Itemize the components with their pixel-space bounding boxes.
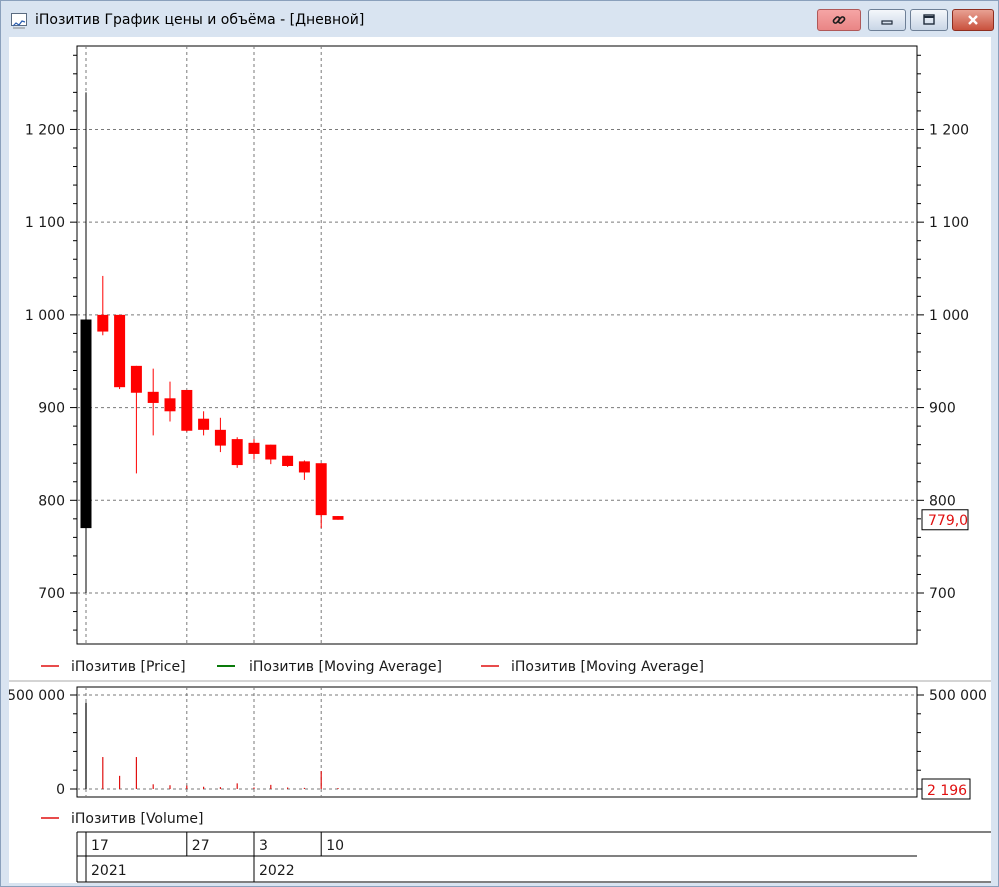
candle-body[interactable]: [282, 455, 294, 466]
candle-body[interactable]: [214, 429, 226, 446]
year-label: 2022: [259, 863, 295, 879]
candle-body[interactable]: [130, 365, 142, 393]
price-left-axis: 700 800 900 1 000 1 100 1 200: [25, 54, 77, 631]
chart-window: iПозитив График цены и объёма - [Дневной…: [0, 0, 999, 887]
volume-grid: [77, 687, 917, 797]
price-right-tick-label: 1 100: [929, 215, 969, 231]
price-right-tick-label: 900: [929, 401, 956, 417]
minimize-icon: [881, 20, 893, 25]
candle-body[interactable]: [114, 314, 126, 388]
chart-client-area: 700 800 900 1 000 1 100 1 200 700 800 900 1 000 1…: [9, 37, 991, 883]
day-label: 3: [259, 838, 268, 854]
maximize-icon: [923, 14, 935, 25]
volume-plot-frame: [76, 686, 918, 798]
year-label: 2021: [91, 863, 127, 879]
link-icon: [832, 16, 846, 24]
link-button[interactable]: [817, 9, 861, 31]
day-label: 10: [326, 838, 344, 854]
candle-body[interactable]: [181, 389, 193, 431]
window-title: iПозитив График цены и объёма - [Дневной…: [35, 12, 365, 28]
candle-body[interactable]: [97, 314, 109, 332]
price-last-value: 779,0: [928, 513, 968, 529]
title-bar[interactable]: iПозитив График цены и объёма - [Дневной…: [1, 1, 998, 37]
candle-body[interactable]: [332, 516, 344, 520]
volume-left-tick-label: 0: [56, 782, 65, 798]
candle-body[interactable]: [147, 391, 159, 403]
volume-right-tick-label: 500 000: [929, 688, 987, 704]
price-right-tick-label: 1 200: [929, 122, 969, 138]
close-icon: [968, 15, 978, 25]
price-right-tick-label: 700: [929, 586, 956, 602]
price-grid: [77, 46, 917, 644]
volume-last-value-badge: 2 196: [921, 778, 971, 800]
minimize-button[interactable]: [868, 9, 906, 31]
volume-bars: [85, 702, 339, 789]
price-right-axis: 700 800 900 1 000 1 100 1 200: [917, 54, 969, 631]
chart-window-icon: [11, 13, 27, 29]
volume-last-value: 2 196: [927, 783, 967, 799]
price-last-value-badge: 779,0: [921, 509, 969, 531]
candle-body[interactable]: [248, 442, 260, 454]
close-button[interactable]: [952, 9, 994, 31]
price-candles: [80, 92, 344, 594]
price-left-tick-label: 1 000: [25, 308, 65, 324]
volume-left-axis: 0 500 000: [9, 688, 77, 798]
legend-label-ma-red: iПозитив [Moving Average]: [511, 659, 704, 675]
candle-body[interactable]: [265, 444, 277, 460]
maximize-button[interactable]: [910, 9, 948, 31]
legend-label-volume: iПозитив [Volume]: [71, 811, 203, 827]
price-volume-chart[interactable]: 700 800 900 1 000 1 100 1 200 700 800 900 1 000 1…: [9, 37, 991, 883]
price-legend: iПозитив [Price] iПозитив [Moving Averag…: [41, 659, 704, 675]
price-left-tick-label: 900: [38, 401, 65, 417]
candle-body[interactable]: [164, 398, 176, 412]
price-left-tick-label: 800: [38, 493, 65, 509]
candle-body[interactable]: [298, 461, 310, 473]
legend-label-ma-green: iПозитив [Moving Average]: [249, 659, 442, 675]
price-left-tick-label: 1 100: [25, 215, 65, 231]
volume-legend: iПозитив [Volume]: [41, 811, 203, 827]
price-right-tick-label: 800: [929, 493, 956, 509]
candle-body[interactable]: [198, 418, 210, 430]
price-left-tick-label: 1 200: [25, 122, 65, 138]
legend-label-price: iПозитив [Price]: [71, 659, 186, 675]
candle-body[interactable]: [231, 439, 243, 466]
candle-body[interactable]: [315, 463, 327, 516]
price-plot-frame: [76, 45, 918, 645]
price-left-tick-label: 700: [38, 586, 65, 602]
price-right-tick-label: 1 000: [929, 308, 969, 324]
day-label: 27: [192, 838, 210, 854]
day-label: 17: [91, 838, 109, 854]
volume-left-tick-label: 500 000: [9, 688, 65, 704]
time-axis: 17 27 3 10 2021 2022: [76, 831, 991, 883]
candle-body[interactable]: [80, 319, 92, 529]
